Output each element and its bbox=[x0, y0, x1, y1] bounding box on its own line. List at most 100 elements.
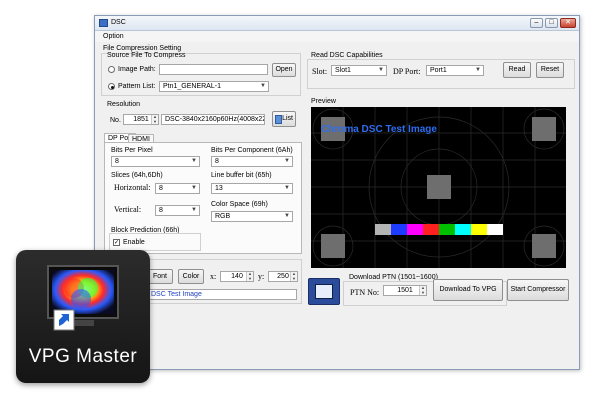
color-space-value: RGB bbox=[215, 213, 231, 220]
x-stepper[interactable]: 140 ▲ ▼ bbox=[220, 271, 254, 282]
vpg-master-shortcut[interactable]: VPG Master bbox=[16, 250, 150, 383]
ptn-no-value: 1501 bbox=[397, 287, 413, 294]
chevron-down-icon: ▼ bbox=[284, 213, 290, 219]
chevron-down-icon: ▼ bbox=[260, 83, 266, 89]
color-bar bbox=[375, 224, 391, 235]
list-button-label: List bbox=[282, 115, 293, 122]
horizontal-value: 8 bbox=[159, 185, 163, 192]
chevron-down-icon: ▼ bbox=[191, 185, 197, 191]
y-value: 250 bbox=[277, 273, 289, 280]
overlay-text-field[interactable]: DSC Test Image bbox=[147, 289, 297, 300]
x-value: 140 bbox=[231, 273, 243, 280]
resolution-field[interactable]: DSC-3840x2160p60Hz(4008x2265) bbox=[161, 114, 265, 125]
slot-dropdown[interactable]: Slot1 ▼ bbox=[331, 65, 387, 76]
color-bar bbox=[423, 224, 439, 235]
dp-port-label: DP Port: bbox=[393, 67, 421, 76]
window-title: DSC bbox=[111, 19, 126, 26]
color-bar bbox=[407, 224, 423, 235]
maximize-button[interactable]: □ bbox=[545, 18, 558, 28]
stepper-arrows-icon[interactable]: ▲ ▼ bbox=[419, 285, 426, 295]
stepper-arrows-icon[interactable]: ▲ ▼ bbox=[290, 271, 297, 281]
dsc-window: DSC – □ ✕ Option File Compression Settin… bbox=[94, 15, 580, 370]
vertical-value: 8 bbox=[159, 207, 163, 214]
open-button[interactable]: Open bbox=[272, 63, 296, 77]
image-path-field[interactable] bbox=[159, 64, 268, 75]
y-label: y: bbox=[258, 272, 265, 281]
slices-label: Slices (64h,6Dh) bbox=[111, 172, 163, 179]
menu-bar: Option bbox=[95, 31, 579, 42]
chevron-down-icon: ▼ bbox=[378, 67, 384, 73]
chevron-down-icon: ▼ bbox=[191, 207, 197, 213]
preview-caption: Chroma DSC Test Image bbox=[321, 124, 437, 135]
download-to-vpg-button[interactable]: Download To VPG bbox=[433, 279, 503, 301]
image-path-radio[interactable] bbox=[108, 66, 115, 73]
color-bar bbox=[487, 224, 503, 235]
bpp-dropdown[interactable]: 8 ▼ bbox=[111, 156, 200, 167]
horizontal-label: Horizontal: bbox=[114, 183, 151, 192]
y-stepper[interactable]: 250 ▲ ▼ bbox=[268, 271, 298, 282]
resolution-title: Resolution bbox=[107, 101, 141, 108]
slot-value: Slot1 bbox=[335, 67, 351, 74]
color-bar bbox=[439, 224, 455, 235]
pattern-list-label: Pattern List: bbox=[118, 83, 156, 90]
bpc-value: 8 bbox=[215, 158, 219, 165]
ptn-no-stepper[interactable]: 1501 ▲ ▼ bbox=[383, 285, 427, 296]
compression-group-title: File Compression Setting bbox=[103, 45, 182, 52]
read-dsc-title: Read DSC Capabilities bbox=[311, 52, 383, 59]
download-title: Download PTN (1501~1600) bbox=[349, 274, 438, 281]
preview-title: Preview bbox=[311, 98, 336, 105]
enable-checkbox[interactable]: ✓ bbox=[113, 239, 120, 246]
color-bar-strip bbox=[375, 224, 503, 235]
minimize-button[interactable]: – bbox=[530, 18, 543, 28]
slot-label: Slot: bbox=[312, 67, 328, 76]
chevron-down-icon: ▼ bbox=[475, 67, 481, 73]
read-button[interactable]: Read bbox=[503, 62, 531, 78]
font-button[interactable]: Font bbox=[147, 269, 173, 284]
list-icon bbox=[275, 115, 282, 124]
color-bar bbox=[471, 224, 487, 235]
list-button[interactable]: List bbox=[272, 111, 296, 127]
resolution-no-label: No. bbox=[110, 117, 121, 124]
start-compressor-button[interactable]: Start Compressor bbox=[507, 279, 569, 301]
resolution-no-stepper[interactable]: 1851 ▲ ▼ bbox=[123, 114, 159, 125]
chevron-down-icon: ▼ bbox=[191, 158, 197, 164]
bpc-label: Bits Per Component (6Ah) bbox=[211, 147, 293, 154]
vpg-master-icon bbox=[47, 265, 119, 331]
preview-image: Chroma DSC Test Image bbox=[311, 107, 566, 268]
line-buffer-label: Line buffer bit (65h) bbox=[211, 172, 272, 179]
pattern-list-dropdown[interactable]: Ptn1_GENERAL-1 ▼ bbox=[159, 81, 269, 92]
reset-button[interactable]: Reset bbox=[536, 62, 564, 78]
image-path-label: Image Path: bbox=[118, 66, 156, 73]
app-icon bbox=[99, 19, 108, 27]
source-group-title: Source File To Compress bbox=[107, 52, 186, 59]
color-bar bbox=[455, 224, 471, 235]
pattern-list-radio[interactable] bbox=[108, 83, 115, 90]
vertical-dropdown[interactable]: 8 ▼ bbox=[155, 205, 200, 216]
editor-icon bbox=[315, 284, 333, 299]
x-label: x: bbox=[210, 272, 217, 281]
horizontal-dropdown[interactable]: 8 ▼ bbox=[155, 183, 200, 194]
vpg-master-label: VPG Master bbox=[28, 346, 138, 367]
dp-port-dropdown[interactable]: Port1 ▼ bbox=[426, 65, 484, 76]
dp-port-value: Port1 bbox=[430, 67, 447, 74]
line-buffer-value: 13 bbox=[215, 185, 223, 192]
line-buffer-dropdown[interactable]: 13 ▼ bbox=[211, 183, 293, 194]
bpc-dropdown[interactable]: 8 ▼ bbox=[211, 156, 293, 167]
color-space-dropdown[interactable]: RGB ▼ bbox=[211, 211, 293, 222]
bpp-label: Bits Per Pixel bbox=[111, 147, 153, 154]
color-space-label: Color Space (69h) bbox=[211, 201, 268, 208]
stepper-arrows-icon[interactable]: ▲ ▼ bbox=[246, 271, 253, 281]
ptn-no-label: PTN No: bbox=[350, 288, 380, 297]
color-button[interactable]: Color bbox=[178, 269, 204, 284]
color-bar bbox=[391, 224, 407, 235]
chevron-down-icon: ▼ bbox=[284, 158, 290, 164]
bpp-value: 8 bbox=[115, 158, 119, 165]
enable-label: Enable bbox=[123, 239, 145, 246]
pattern-list-value: Ptn1_GENERAL-1 bbox=[163, 83, 221, 90]
stepper-arrows-icon[interactable]: ▲ ▼ bbox=[151, 114, 158, 124]
menu-option[interactable]: Option bbox=[103, 33, 124, 40]
close-button[interactable]: ✕ bbox=[560, 18, 576, 28]
title-bar[interactable]: DSC – □ ✕ bbox=[95, 16, 579, 31]
ptn-icon-button[interactable] bbox=[308, 278, 340, 305]
dp-port-panel: Bits Per Pixel 8 ▼ Bits Per Component (6A… bbox=[104, 142, 302, 254]
